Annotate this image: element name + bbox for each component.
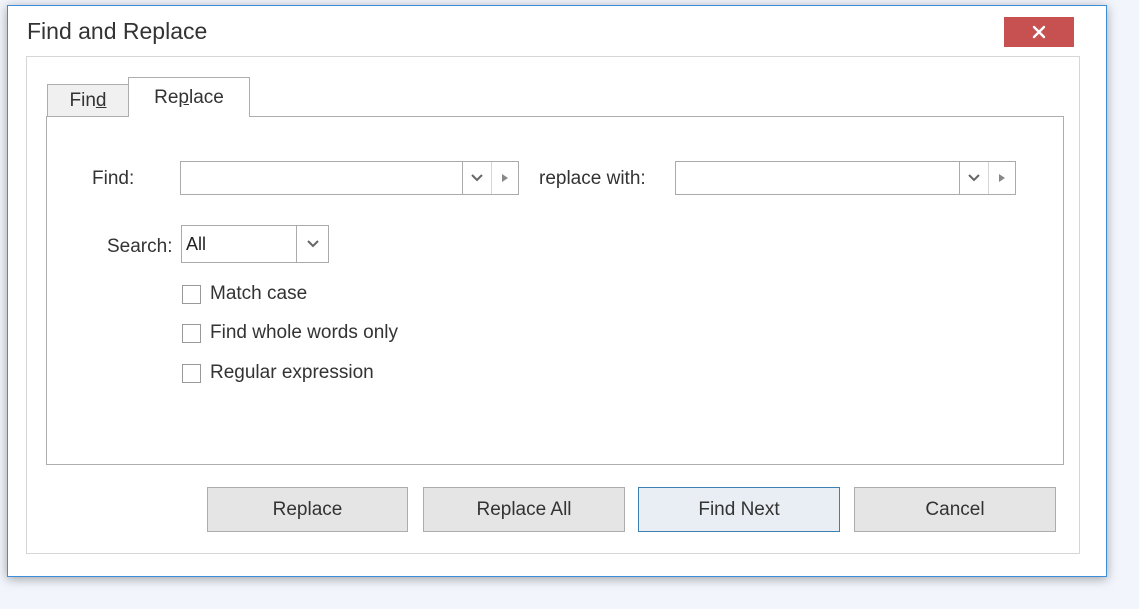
- dialog-title: Find and Replace: [27, 18, 208, 44]
- replace-all-button[interactable]: Replace All: [423, 487, 625, 532]
- find-dropdown-button[interactable]: [462, 162, 491, 194]
- match-case-checkbox[interactable]: [182, 284, 201, 304]
- tab-replace[interactable]: Replace: [128, 77, 250, 117]
- cancel-button[interactable]: Cancel: [854, 487, 1056, 532]
- regex-checkbox[interactable]: [182, 363, 201, 383]
- search-label: Search:: [107, 236, 173, 257]
- chevron-down-icon: [471, 174, 483, 182]
- match-case-label: Match case: [210, 283, 308, 304]
- close-button[interactable]: [1004, 17, 1074, 47]
- tab-find[interactable]: Find: [47, 84, 129, 117]
- search-scope-dropdown-button[interactable]: [296, 226, 328, 262]
- chevron-down-icon: [968, 174, 980, 182]
- whole-words-checkbox[interactable]: [182, 323, 201, 343]
- find-combo[interactable]: [180, 161, 519, 195]
- tab-replace-label: Replace: [154, 86, 224, 108]
- find-label: Find:: [92, 168, 135, 189]
- tab-find-label: Find: [69, 90, 107, 111]
- replace-with-dropdown-button[interactable]: [959, 162, 988, 194]
- find-input[interactable]: [181, 162, 462, 194]
- chevron-down-icon: [306, 240, 319, 248]
- regex-option[interactable]: Regular expression: [182, 362, 374, 384]
- replace-with-input[interactable]: [676, 162, 959, 194]
- whole-words-label: Find whole words only: [210, 322, 398, 343]
- triangle-right-icon: [502, 174, 508, 182]
- replace-button[interactable]: Replace: [207, 487, 408, 532]
- regex-label: Regular expression: [210, 362, 374, 383]
- find-next-button[interactable]: Find Next: [638, 487, 840, 532]
- search-scope-select[interactable]: All: [181, 225, 329, 263]
- replace-with-expand-button[interactable]: [988, 162, 1015, 194]
- replace-with-label: replace with:: [539, 168, 646, 189]
- find-expand-button[interactable]: [491, 162, 518, 194]
- replace-with-combo[interactable]: [675, 161, 1016, 195]
- match-case-option[interactable]: Match case: [182, 283, 307, 305]
- whole-words-option[interactable]: Find whole words only: [182, 322, 398, 344]
- close-icon: [1032, 25, 1046, 39]
- search-scope-value: All: [186, 233, 207, 254]
- triangle-right-icon: [999, 174, 1005, 182]
